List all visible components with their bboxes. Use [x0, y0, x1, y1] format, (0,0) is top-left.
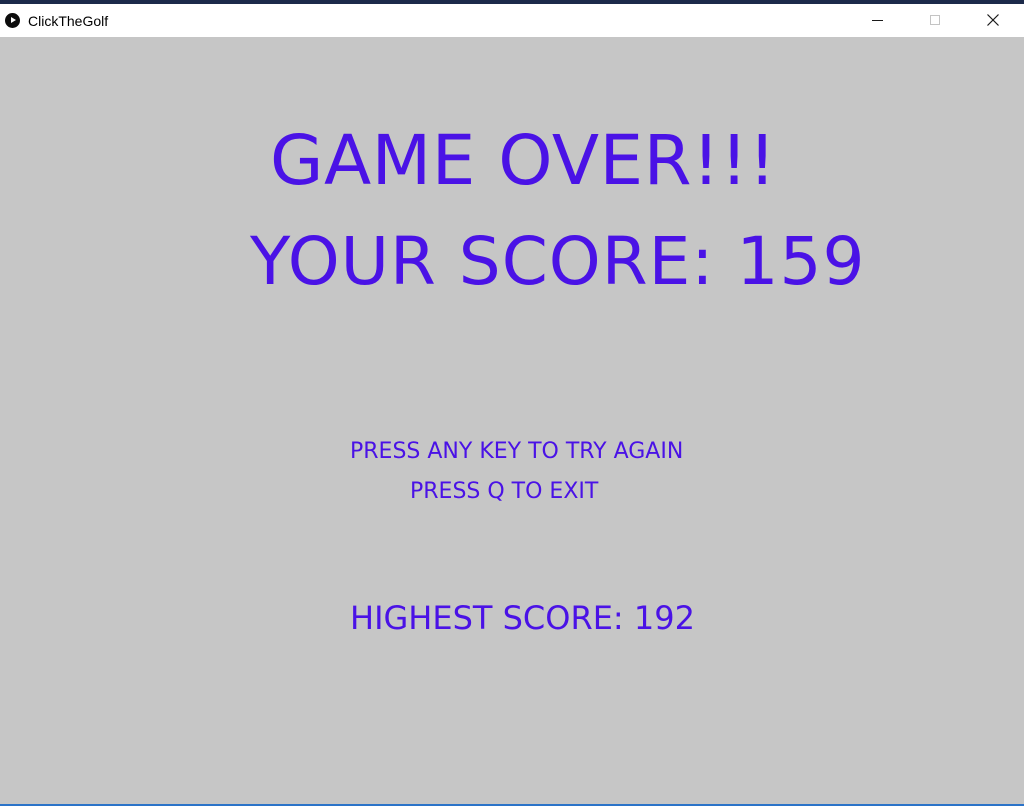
- close-button[interactable]: [964, 4, 1022, 37]
- game-canvas[interactable]: GAME OVER!!! YOUR SCORE: 159 PRESS ANY K…: [0, 37, 1024, 804]
- app-window: ClickTheGolf GAME OVER!!! YOUR SCORE: 15…: [0, 0, 1024, 806]
- try-again-instruction: PRESS ANY KEY TO TRY AGAIN: [350, 439, 684, 464]
- close-icon: [987, 14, 999, 26]
- minimize-button[interactable]: [848, 4, 906, 37]
- highest-score-text: HIGHEST SCORE: 192: [350, 599, 695, 637]
- your-score-text: YOUR SCORE: 159: [250, 223, 866, 300]
- game-over-heading: GAME OVER!!!: [270, 121, 777, 201]
- exit-instruction: PRESS Q TO EXIT: [410, 479, 599, 504]
- maximize-button[interactable]: [906, 4, 964, 37]
- title-bar[interactable]: ClickTheGolf: [0, 4, 1024, 37]
- play-icon: [5, 13, 20, 28]
- window-title: ClickTheGolf: [28, 13, 109, 29]
